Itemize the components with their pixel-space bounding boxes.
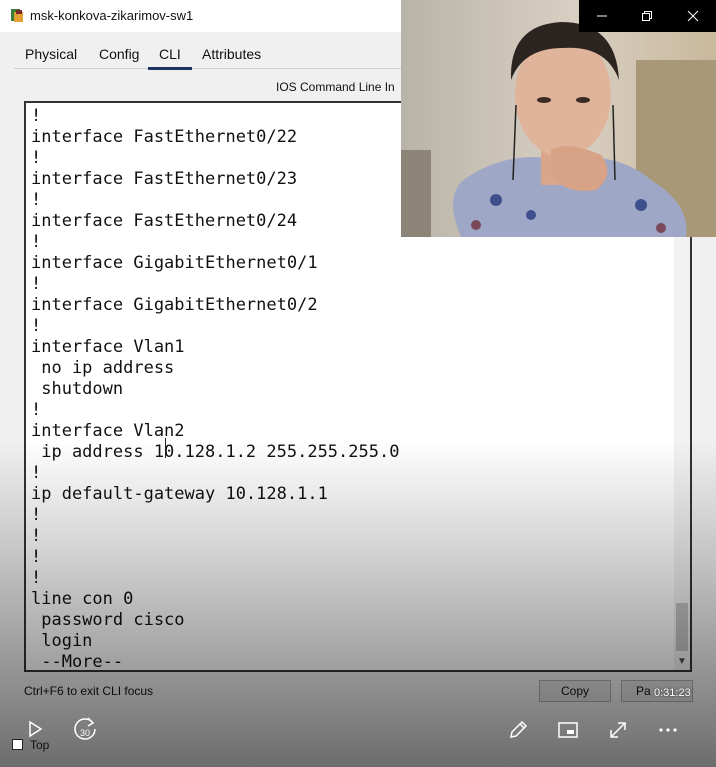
terminal-line: interface FastEthernet0/24 bbox=[31, 211, 298, 231]
terminal-line: interface GigabitEthernet0/1 bbox=[31, 253, 318, 273]
terminal-line: password cisco bbox=[31, 610, 185, 630]
fullscreen-icon bbox=[610, 722, 626, 738]
terminal-line: no ip address bbox=[31, 358, 175, 378]
minimize-icon bbox=[596, 15, 607, 17]
top-checkbox[interactable] bbox=[12, 739, 23, 750]
packet-tracer-switch-icon bbox=[11, 9, 23, 22]
terminal-line: interface FastEthernet0/22 bbox=[31, 127, 298, 147]
edit-button[interactable] bbox=[504, 716, 532, 744]
webcam-person-image bbox=[401, 0, 716, 237]
mini-view-icon bbox=[558, 722, 578, 738]
pencil-icon bbox=[510, 720, 528, 738]
more-options-button[interactable] bbox=[654, 716, 682, 744]
tab-cli[interactable]: CLI bbox=[148, 46, 192, 70]
skip-forward-button[interactable]: 30 bbox=[70, 713, 100, 743]
terminal-line: ! bbox=[31, 400, 42, 420]
restore-icon bbox=[642, 11, 653, 21]
text-cursor bbox=[165, 438, 166, 458]
fullscreen-button[interactable] bbox=[604, 716, 632, 744]
skip-seconds-label: 30 bbox=[80, 728, 90, 738]
terminal-line: ip address 10.128.1.2 255.255.255.0 bbox=[31, 442, 400, 462]
terminal-line: interface Vlan1 bbox=[31, 337, 185, 357]
cli-heading: IOS Command Line In bbox=[276, 80, 395, 94]
minimize-button[interactable] bbox=[579, 0, 625, 32]
webcam-video bbox=[401, 0, 716, 237]
window-title: msk-konkova-zikarimov-sw1 bbox=[30, 8, 194, 23]
terminal-line: ! bbox=[31, 190, 42, 210]
terminal-line: interface GigabitEthernet0/2 bbox=[31, 295, 318, 315]
terminal-line: --More-- bbox=[31, 652, 124, 672]
terminal-line: login bbox=[31, 631, 93, 651]
mini-view-button[interactable] bbox=[554, 716, 582, 744]
copy-button[interactable]: Copy bbox=[539, 680, 611, 702]
terminal-line: ! bbox=[31, 106, 42, 126]
top-checkbox-label: Top bbox=[30, 738, 50, 752]
terminal-line: ! bbox=[31, 526, 42, 546]
tab-attributes[interactable]: Attributes bbox=[202, 46, 261, 62]
terminal-line: line con 0 bbox=[31, 589, 134, 609]
terminal-line: interface FastEthernet0/23 bbox=[31, 169, 298, 189]
paste-button-label: Pa bbox=[636, 684, 651, 698]
window-controls bbox=[579, 0, 716, 32]
close-icon bbox=[687, 10, 699, 22]
playback-time: 0:31:23 bbox=[654, 687, 691, 699]
tab-config[interactable]: Config bbox=[99, 46, 139, 62]
terminal-line: ! bbox=[31, 505, 42, 525]
terminal-line: ! bbox=[31, 232, 42, 252]
terminal-line: ! bbox=[31, 274, 42, 294]
scroll-down-arrow-icon[interactable]: ▼ bbox=[676, 656, 688, 668]
terminal-line: shutdown bbox=[31, 379, 124, 399]
terminal-line: ! bbox=[31, 316, 42, 336]
terminal-output: ! interface FastEthernet0/22! interface Fa… bbox=[31, 106, 400, 672]
close-button[interactable] bbox=[670, 0, 716, 32]
restore-button[interactable] bbox=[625, 0, 671, 32]
tab-physical[interactable]: Physical bbox=[25, 46, 77, 62]
terminal-line: ! bbox=[31, 463, 42, 483]
terminal-line: ! bbox=[31, 148, 42, 168]
scrollbar-thumb[interactable] bbox=[676, 603, 688, 651]
terminal-line: interface Vlan2 bbox=[31, 421, 185, 441]
play-icon bbox=[29, 720, 43, 738]
more-icon bbox=[659, 728, 677, 732]
terminal-line: ! bbox=[31, 547, 42, 567]
terminal-line: ! bbox=[31, 568, 42, 588]
cli-focus-hint: Ctrl+F6 to exit CLI focus bbox=[24, 684, 154, 698]
skip-forward-30-icon: 30 bbox=[74, 717, 96, 740]
terminal-line: ip default-gateway 10.128.1.1 bbox=[31, 484, 328, 504]
